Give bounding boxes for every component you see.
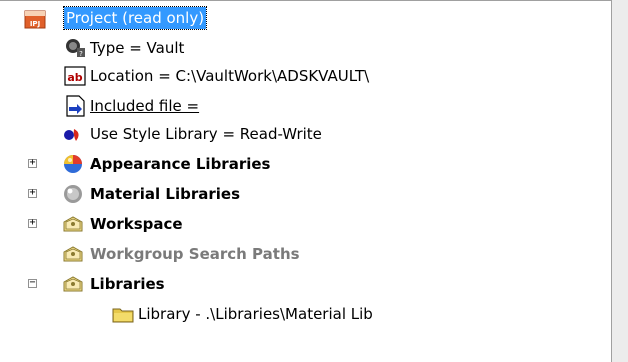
property-location-label: Location = C:\VaultWork\ADSKVAULT\ — [90, 67, 370, 85]
vault-type-icon: ? — [64, 37, 86, 59]
libraries-icon — [62, 273, 84, 295]
collapse-libraries[interactable]: − — [28, 278, 37, 288]
folder-icon — [112, 303, 134, 325]
svg-text:?: ? — [79, 50, 83, 58]
material-libraries-label: Material Libraries — [90, 185, 241, 203]
expand-workspace[interactable]: + — [28, 218, 37, 228]
style-library-icon — [62, 123, 84, 145]
included-file-icon — [64, 95, 86, 117]
project-tree-view[interactable]: IPJ Project (read only) ? Type = Vault a… — [0, 0, 612, 362]
appearance-sphere-icon — [62, 153, 84, 175]
property-style-library-label: Use Style Library = Read-Write — [90, 125, 322, 143]
svg-text:IPJ: IPJ — [30, 20, 40, 28]
property-included-file-label[interactable]: Included file = — [90, 93, 199, 119]
appearance-libraries-label: Appearance Libraries — [90, 155, 271, 173]
project-root-label[interactable]: Project (read only) — [62, 6, 208, 30]
workspace-icon — [62, 213, 84, 235]
workgroup-icon — [62, 243, 84, 265]
property-type-label: Type = Vault — [90, 39, 185, 57]
text-field-icon: ab — [64, 65, 86, 87]
tree-node-project[interactable]: IPJ Project (read only) — [0, 5, 600, 31]
workspace-label: Workspace — [90, 215, 183, 233]
expand-appearance-libraries[interactable]: + — [28, 158, 37, 168]
library-material-lib-label: Library - .\Libraries\Material Lib — [138, 305, 373, 323]
libraries-label: Libraries — [90, 275, 165, 293]
ipj-project-icon: IPJ — [24, 8, 46, 30]
expand-material-libraries[interactable]: + — [28, 188, 37, 198]
workgroup-search-paths-label: Workgroup Search Paths — [90, 245, 300, 263]
svg-text:ab: ab — [67, 71, 82, 84]
material-sphere-icon — [62, 183, 84, 205]
